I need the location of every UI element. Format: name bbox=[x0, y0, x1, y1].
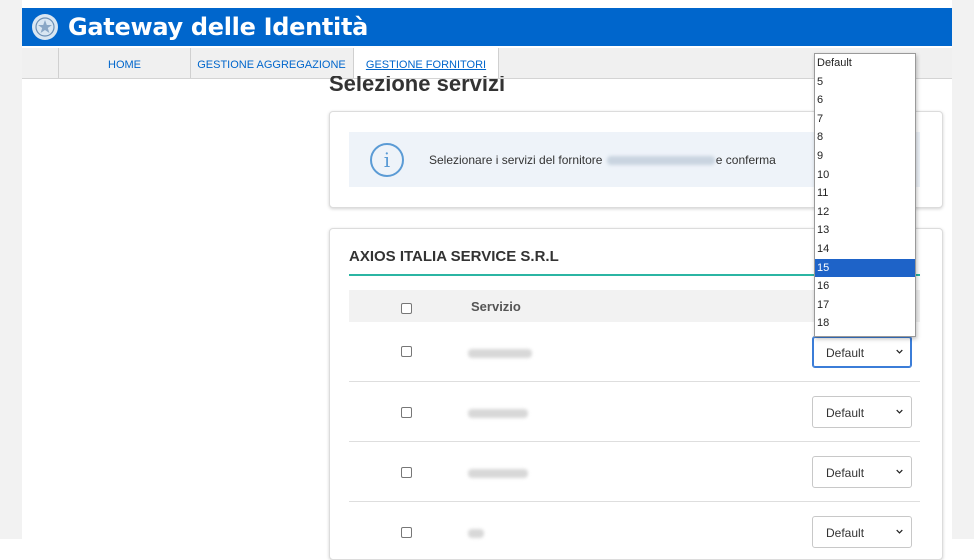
nav-item-home[interactable]: HOME bbox=[58, 48, 191, 78]
dropdown-option[interactable]: 16 bbox=[815, 277, 915, 296]
row-divider bbox=[349, 441, 920, 442]
nav-item-gestione-aggregazione[interactable]: GESTIONE AGGREGAZIONE bbox=[190, 48, 354, 78]
chevron-down-icon bbox=[896, 469, 903, 474]
app-title[interactable]: Gateway delle Identità bbox=[68, 13, 368, 41]
dropdown-option[interactable]: 17 bbox=[815, 296, 915, 315]
row-divider bbox=[349, 501, 920, 502]
redacted-service-name bbox=[468, 349, 532, 358]
dropdown-option[interactable]: 13 bbox=[815, 221, 915, 240]
column-header-servizio: Servizio bbox=[471, 299, 521, 314]
redacted-service-name bbox=[468, 409, 528, 418]
dropdown-option[interactable]: 14 bbox=[815, 240, 915, 259]
left-background bbox=[0, 0, 22, 539]
select-value: Default bbox=[826, 526, 865, 540]
dropdown-option[interactable]: 8 bbox=[815, 128, 915, 147]
select-value: Default bbox=[826, 406, 865, 420]
dropdown-option[interactable]: 5 bbox=[815, 73, 915, 92]
right-background bbox=[952, 0, 974, 539]
row-select[interactable]: Default bbox=[812, 516, 912, 548]
nav-item-gestione-fornitori[interactable]: GESTIONE FORNITORI bbox=[354, 48, 499, 78]
dropdown-option[interactable]: 15 bbox=[815, 258, 915, 278]
redacted-service-name bbox=[468, 529, 484, 538]
dropdown-option[interactable]: 11 bbox=[815, 184, 915, 203]
dropdown-option[interactable]: 9 bbox=[815, 147, 915, 166]
redacted-provider-name bbox=[606, 155, 715, 165]
row-select[interactable]: Default bbox=[812, 456, 912, 488]
select-dropdown-list[interactable]: Default 5 6 7 8 9 10 11 12 13 14 15 16 1… bbox=[814, 53, 916, 337]
page-title: Selezione servizi bbox=[329, 76, 506, 96]
italian-republic-emblem-icon bbox=[32, 14, 58, 40]
info-icon: i bbox=[370, 142, 404, 177]
row-select[interactable]: Default bbox=[812, 336, 912, 368]
dropdown-option[interactable]: 10 bbox=[815, 166, 915, 185]
chevron-down-icon bbox=[896, 529, 903, 534]
row-checkbox[interactable] bbox=[401, 407, 412, 418]
row-checkbox[interactable] bbox=[401, 527, 412, 538]
dropdown-option[interactable]: 6 bbox=[815, 91, 915, 110]
dropdown-option[interactable]: 18 bbox=[815, 314, 915, 333]
info-text: Selezionare i servizi del fornitore e co… bbox=[429, 152, 776, 167]
main-nav: HOME GESTIONE AGGREGAZIONE GESTIONE FORN… bbox=[22, 48, 952, 79]
dropdown-option[interactable]: Default bbox=[815, 54, 915, 73]
select-value: Default bbox=[826, 346, 865, 360]
select-all-checkbox[interactable] bbox=[401, 303, 412, 314]
row-checkbox[interactable] bbox=[401, 346, 412, 357]
redacted-service-name bbox=[468, 469, 528, 478]
select-value: Default bbox=[826, 466, 865, 480]
dropdown-option[interactable]: 12 bbox=[815, 203, 915, 222]
row-select[interactable]: Default bbox=[812, 396, 912, 428]
row-divider bbox=[349, 381, 920, 382]
header-banner: Gateway delle Identità bbox=[22, 8, 952, 46]
chevron-down-icon bbox=[896, 349, 903, 354]
row-checkbox[interactable] bbox=[401, 467, 412, 478]
dropdown-option[interactable]: 7 bbox=[815, 110, 915, 129]
chevron-down-icon bbox=[896, 409, 903, 414]
provider-name: AXIOS ITALIA SERVICE S.R.L bbox=[349, 248, 559, 265]
